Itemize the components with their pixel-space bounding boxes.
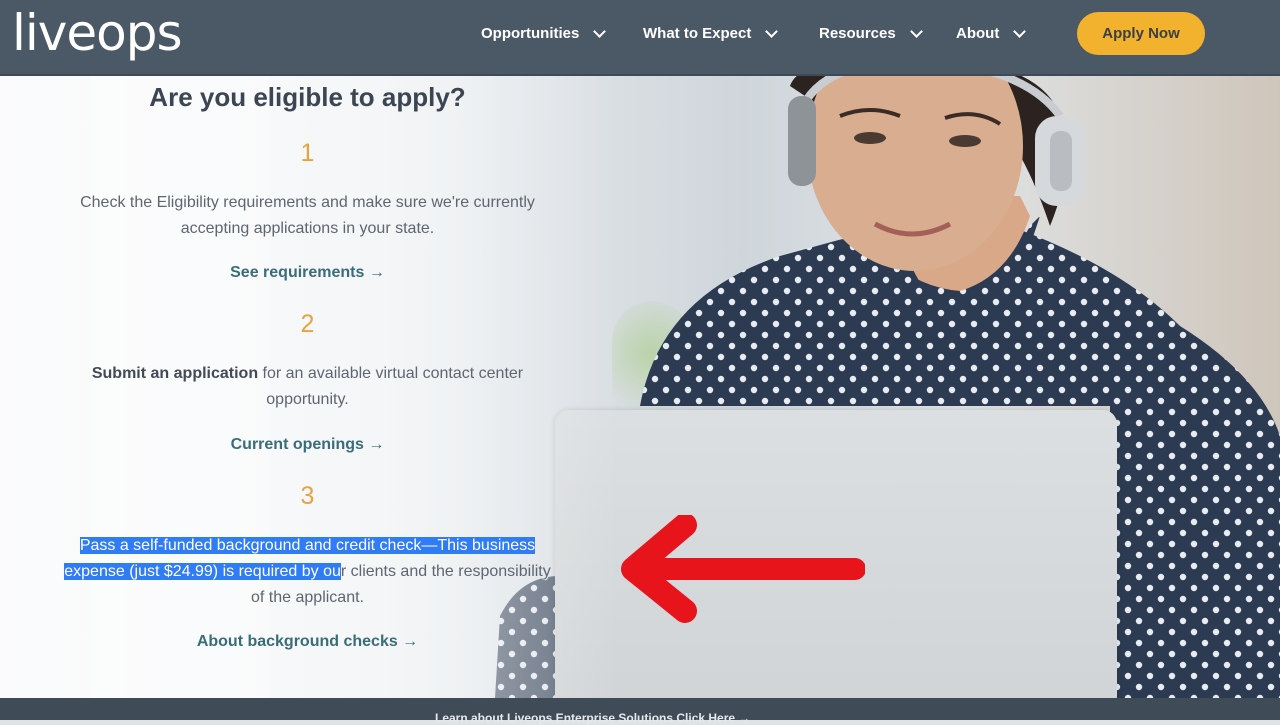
- step-2-bold-text: Submit an application: [91, 365, 259, 382]
- step-2-line-1: Submit an application for an available v…: [20, 361, 595, 387]
- step-2-line-1-rest: for an available virtual contact center: [258, 365, 524, 382]
- step-3-line-3: of the applicant.: [251, 589, 364, 606]
- step-3-line-2-rest: r clients and the responsibility: [340, 563, 551, 580]
- nav-resources-label: Resources: [819, 25, 896, 42]
- selected-text: Pass a self-funded background and credit…: [79, 537, 536, 554]
- selected-text: expense (just $24.99) is required by ou: [64, 563, 341, 580]
- step-1-line-2: accepting applications in your state.: [180, 220, 435, 237]
- nav-about[interactable]: About: [956, 22, 1027, 46]
- step-1-description: Check the Eligibility requirements and m…: [20, 190, 595, 242]
- about-background-checks-link[interactable]: About background checks →: [0, 631, 615, 653]
- step-3-line-1: Pass a self-funded background and credit…: [20, 533, 595, 559]
- chevron-down-icon: [593, 25, 607, 38]
- nav-resources[interactable]: Resources: [819, 22, 923, 46]
- step-3-description[interactable]: Pass a self-funded background and credit…: [20, 533, 595, 611]
- nav-opportunities[interactable]: Opportunities: [481, 22, 607, 46]
- apply-now-button[interactable]: Apply Now: [1077, 12, 1205, 55]
- step-3-line-2: expense (just $24.99) is required by our…: [20, 559, 595, 585]
- nav-opportunities-label: Opportunities: [481, 25, 580, 42]
- enterprise-solutions-link[interactable]: Learn about Liveops Enterprise Solutions…: [435, 711, 750, 725]
- nav-about-label: About: [956, 25, 1000, 42]
- section-heading: Are you eligible to apply?: [149, 82, 466, 112]
- liveops-logo[interactable]: liveops: [12, 2, 183, 64]
- current-openings-link[interactable]: Current openings →: [0, 434, 615, 456]
- step-2-description: Submit an application for an available v…: [20, 361, 595, 413]
- step-number-1: 1: [300, 139, 315, 167]
- step-1-line-1: Check the Eligibility requirements and m…: [80, 194, 535, 211]
- top-navigation: liveops Opportunities What to Expect Res…: [0, 0, 1280, 76]
- step-number-3: 3: [300, 482, 315, 510]
- chevron-down-icon: [909, 25, 923, 38]
- step-number-2: 2: [300, 310, 315, 338]
- step-2-line-2: opportunity.: [266, 391, 349, 408]
- nav-what-to-expect-label: What to Expect: [643, 25, 752, 42]
- eligibility-section: Are you eligible to apply? 1 Check the E…: [0, 76, 615, 698]
- nav-what-to-expect[interactable]: What to Expect: [643, 22, 779, 46]
- chevron-down-icon: [765, 25, 779, 38]
- see-requirements-link[interactable]: See requirements →: [0, 262, 615, 284]
- red-arrow-annotation: [621, 515, 865, 623]
- chevron-down-icon: [1013, 25, 1027, 38]
